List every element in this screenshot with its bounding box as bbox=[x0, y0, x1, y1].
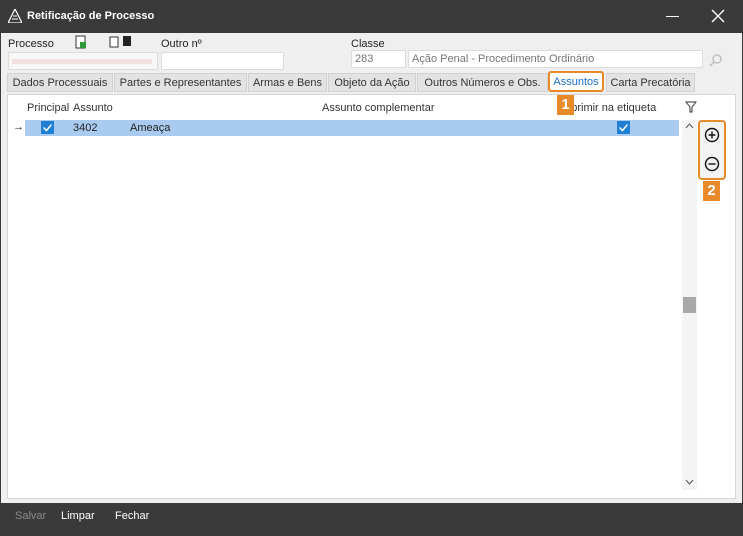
col-assunto: Assunto bbox=[73, 102, 113, 114]
table-row[interactable]: 3402 Ameaça bbox=[25, 120, 679, 136]
assunto-nome: Ameaça bbox=[130, 122, 171, 134]
salvar-button[interactable]: Salvar bbox=[15, 510, 46, 522]
callout-badge-2: 2 bbox=[703, 181, 720, 201]
remove-circle-icon[interactable] bbox=[704, 156, 720, 172]
window-title: Retificação de Processo bbox=[27, 10, 155, 22]
classe-label: Classe bbox=[351, 38, 385, 50]
processo-field[interactable] bbox=[8, 52, 158, 70]
redacted-bar bbox=[12, 59, 152, 64]
title-bar: Retificação de Processo bbox=[0, 0, 743, 33]
row-actions-group bbox=[698, 120, 726, 180]
processo-label: Processo bbox=[8, 38, 54, 50]
document-icon[interactable] bbox=[74, 35, 88, 49]
row-pointer-icon: → bbox=[13, 121, 24, 133]
tab-outros-numeros[interactable]: Outros Números e Obs. bbox=[417, 73, 548, 92]
outro-numero-field[interactable] bbox=[161, 52, 284, 70]
callout-badge-1: 1 bbox=[557, 95, 574, 115]
classe-code-field[interactable]: 283 bbox=[351, 50, 406, 68]
tab-objeto-acao[interactable]: Objeto da Ação bbox=[328, 73, 416, 92]
add-circle-icon[interactable] bbox=[704, 127, 720, 143]
limpar-button[interactable]: Limpar bbox=[61, 510, 95, 522]
minimize-icon[interactable] bbox=[666, 16, 679, 17]
close-icon[interactable] bbox=[710, 8, 726, 24]
tab-assuntos[interactable]: Assuntos bbox=[548, 71, 604, 92]
tab-dados-processuais[interactable]: Dados Processuais bbox=[7, 73, 113, 92]
principal-checkbox[interactable] bbox=[41, 121, 54, 134]
scroll-down-icon[interactable] bbox=[685, 479, 694, 485]
footer-bar: Salvar Limpar Fechar bbox=[6, 505, 735, 529]
tab-partes[interactable]: Partes e Representantes bbox=[114, 73, 247, 92]
fechar-button[interactable]: Fechar bbox=[115, 510, 149, 522]
tab-armas-bens[interactable]: Armas e Bens bbox=[248, 73, 327, 92]
scroll-up-icon[interactable] bbox=[685, 123, 694, 129]
assuntos-panel bbox=[7, 94, 736, 499]
scrollbar-thumb[interactable] bbox=[683, 297, 696, 313]
dialog-body: Processo Outro nº Classe 283 Ação Penal … bbox=[1, 33, 742, 503]
classe-desc-field[interactable]: Ação Penal - Procedimento Ordinário bbox=[408, 50, 703, 68]
tab-carta-precatoria[interactable]: Carta Precatória bbox=[606, 73, 695, 92]
search-icon[interactable] bbox=[709, 53, 723, 67]
filter-icon[interactable] bbox=[685, 101, 697, 113]
outro-label: Outro nº bbox=[161, 38, 202, 50]
col-principal: Principal bbox=[27, 102, 70, 114]
col-assunto-complementar: Assunto complementar bbox=[322, 102, 435, 114]
app-logo-icon bbox=[8, 9, 22, 23]
copy-icon[interactable] bbox=[109, 35, 133, 49]
assunto-codigo: 3402 bbox=[73, 122, 98, 134]
imprimir-checkbox[interactable] bbox=[617, 121, 630, 134]
